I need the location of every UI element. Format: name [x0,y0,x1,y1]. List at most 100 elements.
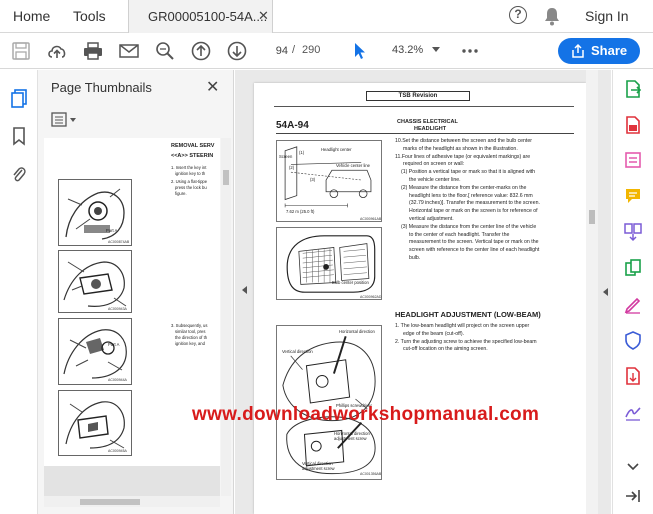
email-icon[interactable] [118,40,140,62]
thumbnail-viewport[interactable]: REMOVAL SERV <<A>> STEERIN 1. Insert the… [44,138,220,496]
share-icon [572,43,584,58]
thumb-step-text: 2. Using a flat-tippe [171,179,208,184]
document-viewport[interactable]: TSB Revision 54A-94 CHASSIS ELECTRICAL H… [235,70,611,514]
main-toolbar: 94 / 290 43.2% Share [0,33,653,69]
share-button[interactable]: Share [558,38,640,64]
thumbnail-vertical-scrollbar[interactable] [221,138,231,496]
print-icon[interactable] [82,40,104,62]
instruction-line: headlight lens to the floor.[ reference … [409,192,533,199]
instruction-line: required on screen or wall: [403,161,465,168]
thumb-figure-code: AC000874AB [108,240,130,244]
label-horizontal-direction: Horizontal direction [339,329,375,334]
instruction-line: Horizontal tape or mark on the screen is… [409,208,538,215]
comment-icon[interactable] [623,186,643,206]
thumb-step-text: ignition key, and [175,341,205,346]
collapse-left-pane-icon[interactable] [242,286,247,294]
notification-bell-icon[interactable] [543,6,561,26]
label-bulb-center: Bulb center position [332,280,369,285]
zoom-level-select[interactable]: 43.2% [392,44,423,56]
previous-page-icon[interactable] [190,40,212,62]
instruction-line: (2) Measure the distance from the center… [401,184,527,191]
chevron-down-icon[interactable] [432,47,440,52]
label-horizontal-screw: Horizontal direction adjustment screw [334,431,370,441]
instruction-line: to the center of each headlight. Transfe… [409,231,510,238]
scrollbar-thumb[interactable] [80,499,140,505]
create-pdf-icon[interactable] [623,115,643,135]
instruction-line: screen with reference to the center line… [409,247,540,254]
share-label: Share [591,43,628,58]
instruction-line: 2. Turn the adjusting screw to achieve t… [395,338,537,345]
document-vertical-scrollbar[interactable] [586,70,598,514]
collapse-pane-icon[interactable] [623,486,643,506]
attachment-icon[interactable] [11,164,27,184]
instruction-line: 11.Four lines of adhesive tape (or equiv… [395,153,531,160]
instruction-line: cut-off location on the aiming screen. [403,346,488,353]
thumb-step-text: ignition key to th [175,171,206,176]
label-distance: 7.62 m (25.0 ft) [286,209,315,214]
header-rule [274,106,574,107]
figure-code: AC001356AB [360,472,382,476]
scrollbar-thumb[interactable] [223,170,229,185]
close-tab-icon[interactable]: ✕ [258,8,269,24]
current-page-input[interactable]: 94 [258,42,288,60]
sign-in-link[interactable]: Sign In [585,8,629,24]
label-screen: Screen [279,154,293,159]
collapse-right-pane-icon[interactable] [603,288,608,296]
thumbnail-horizontal-scrollbar[interactable] [44,496,220,507]
instruction-line: (32.79 inches)]. Transfer the measuremen… [409,200,540,207]
instruction-line: 1. The low-beam headlight will project o… [395,323,530,329]
tab-document[interactable]: GR00005100-54A.... ✕ [128,0,273,33]
thumb-figure-lock [58,250,132,313]
zoom-search-icon[interactable] [154,40,176,62]
save-icon[interactable] [10,40,32,62]
instruction-line: (3) Measure the distance from the center… [401,223,537,230]
page-thumbnail[interactable]: REMOVAL SERV <<A>> STEERIN 1. Insert the… [44,138,220,496]
thumb-removal-heading: REMOVAL SERV [171,143,215,149]
panel-title: Page Thumbnails [51,80,152,95]
instruction-line: 10.Set the distance between the screen a… [395,138,532,144]
tsb-revision-label: TSB Revision [366,91,470,101]
page-number: 54A-94 [276,120,309,131]
protect-icon[interactable] [623,330,643,350]
more-options-icon[interactable] [459,40,481,62]
thumbnail-page-edge [44,466,220,496]
instruction-line: bulb. [409,254,421,261]
adjustment-instructions: 10.Set the distance between the screen a… [395,138,540,263]
fill-sign-icon[interactable] [623,294,643,314]
document-tab-title: GR00005100-54A.... [148,9,268,24]
thumb-figure-code: AC000944A [108,378,127,382]
right-tools-rail [612,70,653,514]
upload-cloud-icon[interactable] [46,40,68,62]
figure-code: AC000962AD [360,295,382,299]
thumbnail-options-icon[interactable] [51,112,79,128]
edit-pdf-icon[interactable] [623,150,643,170]
label-vehicle-center-line: Vehicle center line [336,163,370,168]
total-pages: 290 [302,44,321,56]
thumb-step-text: similar tool, pres [175,329,206,334]
instruction-line: edge of the beam (cut-off). [403,330,465,337]
thumb-figure-press [58,318,132,385]
more-tools-chevron-icon[interactable] [623,456,643,476]
combine-files-icon[interactable] [623,222,643,242]
thumb-figure-ignition [58,179,132,246]
next-page-icon[interactable] [226,40,248,62]
lowbeam-heading: HEADLIGHT ADJUSTMENT (LOW-BEAM) [395,310,541,319]
figure-code: AC000961AB [360,217,382,221]
bookmark-icon[interactable] [11,126,27,146]
instruction-line: marks of the headlight as shown in the i… [403,145,518,152]
page-thumbnails-icon[interactable] [10,88,28,108]
title-rule [276,133,574,134]
compress-icon[interactable] [623,366,643,386]
thumb-step-text: 3. Subsequently, us [171,323,208,328]
instruction-line: measurement to the screen. Vertical tape… [409,239,539,246]
help-icon[interactable]: ? [509,6,527,24]
tab-home[interactable]: Home [13,8,50,24]
request-signature-icon[interactable] [623,402,643,422]
select-cursor-icon[interactable] [348,40,370,62]
left-navigation-rail [0,70,38,514]
organize-pages-icon[interactable] [623,258,643,278]
scrollbar-thumb[interactable] [589,210,595,224]
export-pdf-icon[interactable] [623,79,643,99]
tab-tools[interactable]: Tools [73,8,106,24]
close-panel-icon[interactable]: ✕ [206,77,219,97]
